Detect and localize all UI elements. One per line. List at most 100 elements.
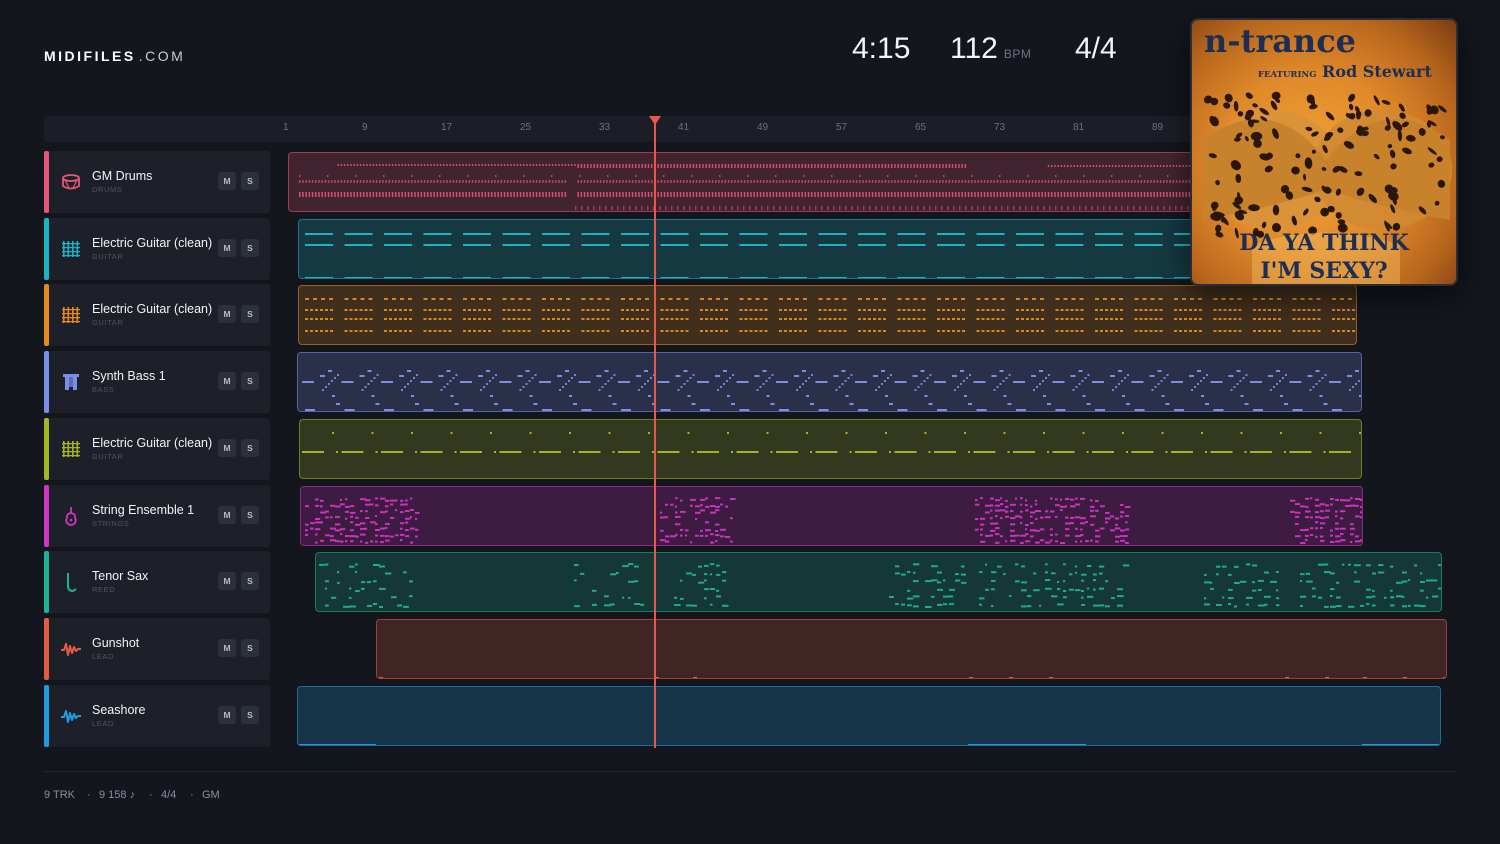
- midi-note: [1067, 165, 1069, 167]
- solo-button[interactable]: S: [241, 372, 259, 391]
- midi-note: [379, 164, 381, 166]
- midi-note: [329, 298, 333, 301]
- midi-note: [833, 164, 835, 166]
- midi-note: [423, 180, 426, 183]
- midi-note: [683, 180, 685, 183]
- midi-note: [481, 180, 483, 183]
- solo-button[interactable]: S: [241, 638, 259, 657]
- midi-note: [921, 298, 926, 301]
- midi-note: [379, 676, 383, 678]
- midi-note: [787, 298, 791, 301]
- midi-note: [1102, 165, 1104, 167]
- midi-note: [344, 409, 355, 412]
- midi-note: [1124, 180, 1127, 183]
- mute-button[interactable]: M: [218, 238, 236, 257]
- track-lane[interactable]: [297, 685, 1441, 746]
- midi-note: [507, 330, 511, 333]
- midi-note: [887, 206, 889, 210]
- midi-note: [604, 604, 611, 607]
- mute-button[interactable]: M: [218, 172, 236, 190]
- solo-button[interactable]: S: [241, 172, 259, 190]
- midi-note: [345, 534, 350, 537]
- midi-note: [1087, 587, 1090, 590]
- midi-note: [731, 166, 733, 168]
- track-lane[interactable]: [288, 152, 1195, 212]
- midi-note: [1031, 206, 1033, 210]
- solo-button[interactable]: S: [241, 572, 259, 591]
- midi-note: [1070, 330, 1074, 333]
- midi-note: [587, 180, 589, 183]
- wave-icon: [60, 638, 82, 660]
- mute-button[interactable]: M: [218, 372, 236, 391]
- midi-note: [618, 450, 640, 453]
- midi-note: [670, 192, 672, 197]
- midi-note: [648, 395, 651, 398]
- midi-note: [523, 192, 525, 197]
- midi-note: [1147, 192, 1149, 197]
- midi-note: [720, 386, 722, 389]
- midi-note: [349, 587, 352, 590]
- midi-note: [1184, 309, 1187, 312]
- midi-note: [1093, 579, 1096, 582]
- mute-button[interactable]: M: [218, 705, 236, 724]
- midi-note: [1218, 330, 1222, 333]
- mute-button[interactable]: M: [218, 505, 236, 524]
- solo-button[interactable]: S: [241, 505, 259, 524]
- midi-note: [711, 180, 714, 183]
- midi-note: [875, 180, 877, 183]
- track-lane[interactable]: [299, 418, 1362, 479]
- solo-button[interactable]: S: [241, 238, 259, 257]
- midi-note: [1340, 298, 1344, 301]
- note-pattern: [305, 232, 1194, 278]
- midi-note: [968, 450, 970, 453]
- track-header[interactable]: Electric Guitar (clean) GUITAR M S: [44, 417, 270, 480]
- midi-note: [791, 164, 794, 166]
- midi-note: [350, 180, 352, 183]
- playhead-line[interactable]: [654, 120, 656, 748]
- midi-note: [354, 330, 358, 333]
- midi-note: [803, 175, 805, 177]
- mute-button[interactable]: M: [218, 638, 236, 657]
- midi-note: [1026, 309, 1029, 312]
- midi-note: [820, 164, 823, 166]
- track-header[interactable]: GM Drums DRUMS M S: [44, 151, 270, 213]
- midi-note: [1024, 298, 1028, 301]
- mute-button[interactable]: M: [218, 305, 236, 324]
- midi-note: [373, 564, 380, 567]
- midi-note: [858, 243, 886, 246]
- mute-button[interactable]: M: [218, 438, 236, 457]
- track-header[interactable]: String Ensemble 1 STRINGS M S: [44, 484, 270, 547]
- track-header[interactable]: Seashore LEAD M S: [44, 684, 270, 747]
- midi-note: [450, 431, 453, 434]
- track-header[interactable]: Synth Bass 1 BASS M S: [44, 351, 270, 414]
- solo-button[interactable]: S: [241, 705, 259, 724]
- midi-note: [1372, 590, 1375, 593]
- solo-button[interactable]: S: [241, 305, 259, 324]
- midi-note: [679, 166, 682, 168]
- midi-note: [817, 166, 819, 168]
- midi-note: [763, 180, 765, 183]
- midi-note: [417, 192, 419, 197]
- track-header[interactable]: Tenor Sax REED M S: [44, 551, 270, 614]
- track-header[interactable]: Electric Guitar (clean) GUITAR M S: [44, 284, 270, 347]
- track-header[interactable]: Electric Guitar (clean) GUITAR M S: [44, 217, 270, 280]
- playhead-marker[interactable]: [649, 116, 661, 125]
- midi-note: [801, 166, 803, 168]
- midi-note: [1016, 409, 1026, 412]
- note-pattern: [302, 370, 1361, 412]
- mute-button[interactable]: M: [218, 572, 236, 591]
- track-lane[interactable]: [297, 352, 1362, 413]
- track-lane[interactable]: [300, 485, 1363, 546]
- midi-note: [375, 534, 379, 536]
- violin-icon: [60, 505, 82, 527]
- midi-note: [1350, 522, 1354, 525]
- track-lane[interactable]: [315, 552, 1442, 613]
- solo-button[interactable]: S: [241, 438, 259, 457]
- track-lane[interactable]: [376, 618, 1447, 679]
- track-header[interactable]: Gunshot LEAD M S: [44, 617, 270, 680]
- track-lane[interactable]: [298, 285, 1357, 346]
- midi-note: [830, 180, 832, 183]
- midi-note: [744, 318, 748, 321]
- track-lane[interactable]: [298, 218, 1195, 279]
- midi-note: [302, 381, 314, 384]
